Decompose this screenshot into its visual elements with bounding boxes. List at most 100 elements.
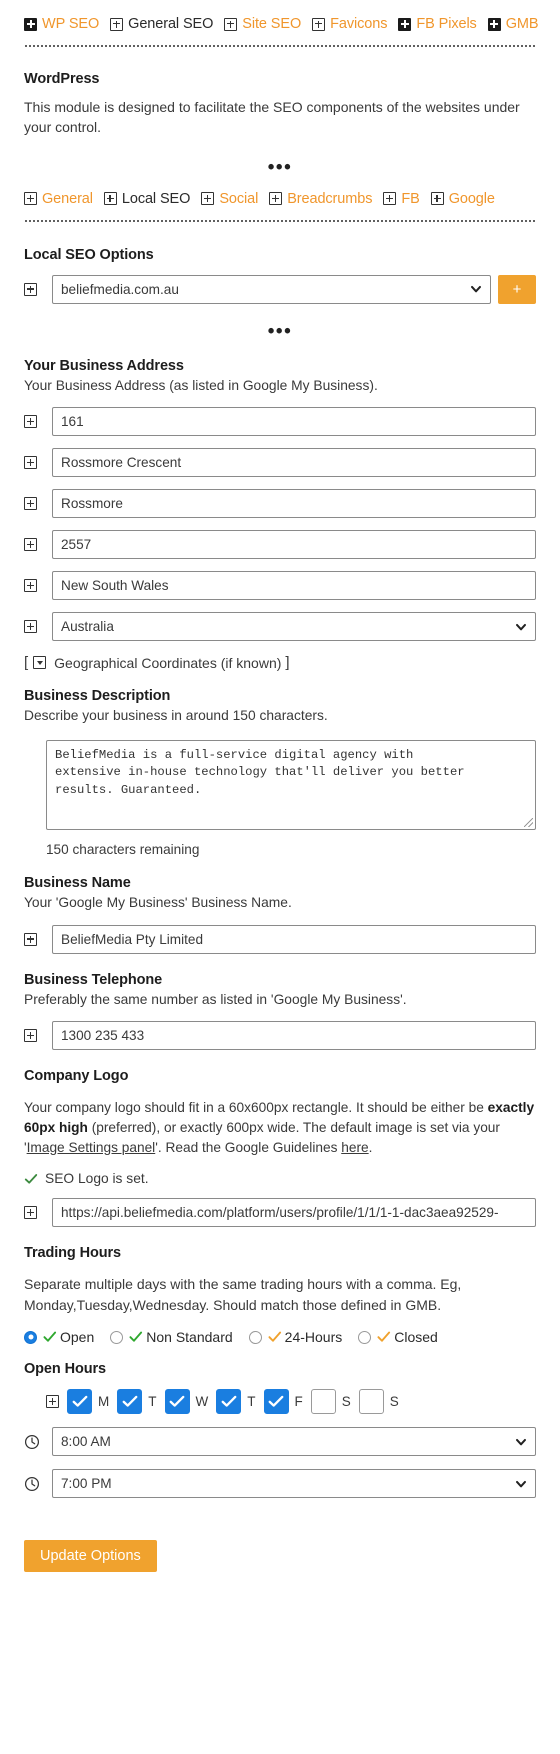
chevron-down-icon (470, 283, 481, 294)
plus-outline-icon (46, 1395, 59, 1409)
nav-item-label: Site SEO (242, 16, 302, 32)
street-number-input[interactable]: 161 (52, 407, 536, 437)
day-saturday-checkbox[interactable] (310, 1389, 336, 1415)
business-name-title: Business Name (24, 875, 131, 892)
expand-handle[interactable] (24, 1198, 52, 1227)
sub-nav-item-social[interactable]: Social (201, 191, 258, 207)
characters-remaining-label: 150 characters remaining (46, 842, 200, 858)
sub-nav-item-google[interactable]: Google (430, 191, 495, 207)
sub-nav-item-general[interactable]: General (24, 191, 93, 207)
close-time-row: 7:00 PM (24, 1469, 536, 1499)
expand-handle[interactable] (24, 1021, 52, 1050)
expand-handle[interactable] (24, 530, 52, 559)
image-settings-panel-link[interactable]: Image Settings panel (27, 1140, 156, 1155)
business-telephone-subtitle: Preferably the same number as listed in … (24, 991, 407, 1007)
radio-closed-indicator[interactable] (358, 1330, 372, 1344)
plus-outline-icon (24, 538, 37, 552)
divider-top (24, 45, 536, 47)
close-time-value: 7:00 PM (61, 1476, 112, 1492)
caret-down-box-icon[interactable] (33, 656, 47, 670)
expand-handle[interactable] (24, 571, 52, 600)
business-address-title: Your Business Address (24, 357, 184, 374)
address-street-number-row: 161 (24, 407, 536, 437)
business-name-input[interactable]: BeliefMedia Pty Limited (52, 924, 536, 954)
expand-handle[interactable] (24, 275, 52, 304)
nav-item-gmb[interactable]: GMB (487, 16, 539, 32)
sub-nav-item-local-seo[interactable]: Local SEO (103, 190, 191, 207)
radio-24-hours-indicator[interactable] (248, 1330, 262, 1344)
day-saturday-label: S (341, 1394, 351, 1410)
postcode-input[interactable]: 2557 (52, 530, 536, 560)
expand-handle[interactable] (24, 407, 52, 436)
expand-handle[interactable] (24, 612, 52, 641)
check-icon (43, 1331, 57, 1343)
address-postcode-row: 2557 (24, 530, 536, 560)
sub-nav-item-fb[interactable]: FB (383, 191, 420, 207)
business-telephone-input[interactable]: 1300 235 433 (52, 1021, 536, 1051)
country-select[interactable]: Australia (52, 612, 536, 642)
logo-url-input[interactable]: https://api.beliefmedia.com/platform/use… (52, 1198, 536, 1228)
plus-outline-icon (224, 17, 238, 31)
day-friday-label: F (294, 1394, 303, 1410)
sub-nav-item-breadcrumbs[interactable]: Breadcrumbs (269, 191, 372, 207)
business-description-textarea[interactable]: BeliefMedia is a full-service digital ag… (46, 740, 536, 831)
radio-closed-label: Closed (394, 1329, 438, 1346)
business-telephone-row: 1300 235 433 (24, 1021, 536, 1051)
day-sunday-label: S (389, 1394, 399, 1410)
nav-item-fb-pixels[interactable]: FB Pixels (398, 16, 477, 32)
site-select[interactable]: beliefmedia.com.au (52, 274, 491, 304)
section-ellipsis-2: ••• (267, 320, 293, 342)
nav-item-favicons[interactable]: Favicons (312, 16, 387, 32)
nav-item-general-seo[interactable]: General SEO (110, 16, 213, 32)
open-time-select[interactable]: 8:00 AM (52, 1427, 536, 1457)
day-sunday-checkbox[interactable] (358, 1389, 384, 1415)
sub-nav-item-label: Local SEO (121, 190, 191, 207)
day-sunday: S (358, 1389, 399, 1415)
add-site-button[interactable]: + (498, 274, 536, 304)
nav-item-label: FB Pixels (416, 16, 477, 32)
suburb-input[interactable]: Rossmore (52, 489, 536, 519)
gmb-local-seo-settings-page: WP SEO General SEO Site SEO Favicons FB … (0, 0, 560, 1754)
expand-handle[interactable] (46, 1395, 59, 1409)
close-time-select[interactable]: 7:00 PM (52, 1469, 536, 1499)
radio-non-standard-indicator[interactable] (110, 1330, 124, 1344)
resize-grip-icon[interactable] (524, 818, 533, 828)
address-country-row: Australia (24, 612, 536, 642)
nav-item-label: GMB (505, 16, 539, 32)
expand-handle[interactable] (24, 925, 52, 954)
section-ellipsis: ••• (267, 156, 293, 178)
state-input[interactable]: New South Wales (52, 571, 536, 601)
business-description-row: BeliefMedia is a full-service digital ag… (24, 740, 536, 831)
radio-24-hours[interactable]: 24-Hours (248, 1329, 342, 1345)
radio-closed[interactable]: Closed (358, 1329, 438, 1345)
check-icon (24, 1172, 38, 1186)
radio-non-standard[interactable]: Non Standard (110, 1329, 233, 1345)
day-friday-checkbox[interactable] (263, 1389, 289, 1415)
nav-item-site-seo[interactable]: Site SEO (224, 16, 301, 32)
plus-outline-icon (24, 932, 37, 946)
day-monday-checkbox[interactable] (67, 1389, 92, 1415)
geographical-coordinates-row[interactable]: [ Geographical Coordinates (if known) ] (24, 654, 536, 671)
plus-outline-icon (430, 192, 444, 206)
plus-outline-icon (383, 192, 397, 206)
nav-item-wp-seo[interactable]: WP SEO (24, 16, 99, 32)
day-wednesday-checkbox[interactable] (164, 1389, 190, 1415)
nav-item-label: General SEO (128, 16, 214, 32)
module-description: This module is designed to facilitate th… (24, 99, 520, 136)
google-guidelines-link[interactable]: here (341, 1140, 368, 1155)
day-wednesday: W (164, 1389, 209, 1415)
expand-handle[interactable] (24, 448, 52, 477)
update-options-button[interactable]: Update Options (24, 1540, 157, 1573)
day-saturday: S (310, 1389, 351, 1415)
nav-item-label: WP SEO (42, 16, 100, 32)
expand-handle[interactable] (24, 489, 52, 518)
day-wednesday-label: W (195, 1394, 209, 1410)
sub-nav: General Local SEO Social Breadcrumbs FB … (24, 177, 536, 207)
radio-open-indicator[interactable] (24, 1330, 37, 1344)
day-tuesday-checkbox[interactable] (117, 1389, 143, 1415)
top-nav: WP SEO General SEO Site SEO Favicons FB … (24, 0, 539, 32)
day-thursday-checkbox[interactable] (216, 1389, 242, 1415)
street-name-input[interactable]: Rossmore Crescent (52, 448, 536, 478)
radio-open[interactable]: Open (24, 1329, 94, 1345)
